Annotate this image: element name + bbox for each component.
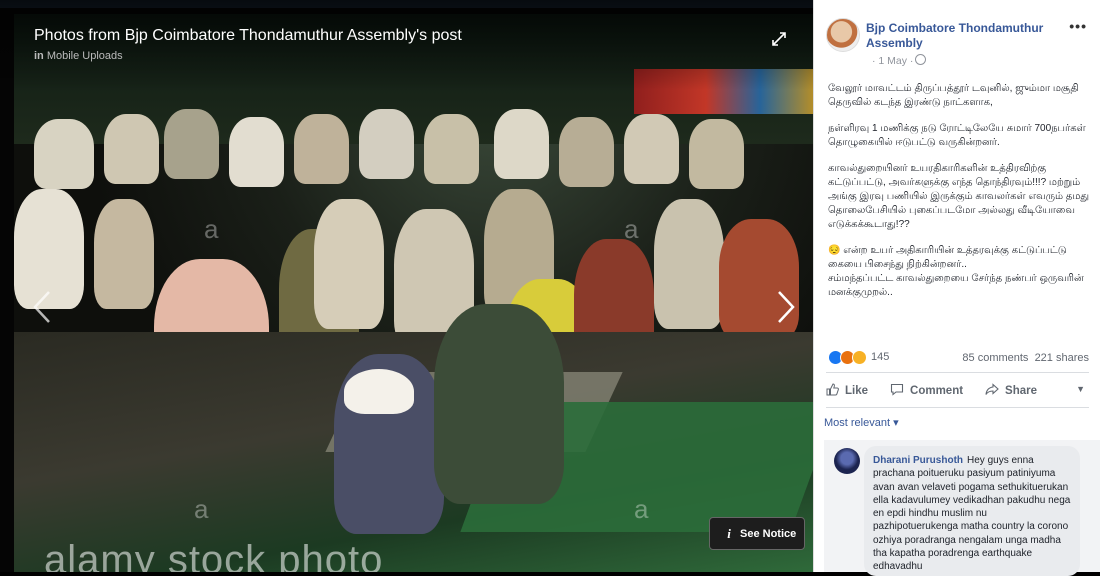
comment-button[interactable]: Comment bbox=[890, 383, 963, 399]
figure bbox=[314, 199, 384, 329]
share-button[interactable]: Share bbox=[985, 383, 1037, 399]
figure bbox=[359, 109, 414, 179]
comment-bubble: Dharani Purushoth Hey guys enna prachana … bbox=[864, 446, 1080, 576]
share-label: Share bbox=[1005, 385, 1038, 397]
photo-viewer: a a a a alamy stock photo Photos from Bj… bbox=[0, 0, 813, 572]
watermark-letter: a bbox=[624, 214, 639, 244]
post-paragraph: 😔 என்ற உயர் அதிகாரியின் உத்தரவுக்கு கட்ட… bbox=[828, 245, 1067, 270]
next-arrow-icon[interactable] bbox=[776, 290, 796, 333]
figure bbox=[559, 117, 614, 187]
post-paragraph: நள்ளிரவு 1 மணிக்கு நடு ரோட்டிலேயே சுமார்… bbox=[828, 123, 1086, 148]
caret-down-icon[interactable]: ▼ bbox=[1076, 384, 1085, 394]
see-notice-button[interactable]: i See Notice bbox=[709, 517, 805, 550]
reaction-count: 145 bbox=[871, 351, 890, 363]
viewer-header bbox=[0, 0, 813, 90]
viewer-subtitle: in Mobile Uploads bbox=[34, 50, 123, 62]
engagement-counts: 85 comments 221 shares bbox=[962, 352, 1089, 364]
viewer-title: Photos from Bjp Coimbatore Thondamuthur … bbox=[34, 27, 462, 44]
post-paragraph: வேலூர் மாவட்டம் திருப்பத்தூர் டவுனில், ஜ… bbox=[828, 83, 1079, 108]
watermark-letter: a bbox=[204, 214, 219, 244]
divider bbox=[826, 372, 1089, 373]
post-paragraph: காவல்துறையினர் உயரதிகாரிகளின் உத்திரவிற்… bbox=[828, 163, 1090, 230]
post-actions: Like Comment Share ▼ bbox=[826, 380, 1091, 402]
prev-arrow-icon[interactable] bbox=[32, 290, 52, 333]
comment-icon bbox=[890, 383, 904, 399]
watermark: alamy stock photo bbox=[44, 538, 384, 572]
watermark-letter: a bbox=[634, 494, 649, 524]
like-icon bbox=[826, 383, 839, 399]
photo[interactable]: a a a a alamy stock photo bbox=[14, 14, 813, 572]
figure bbox=[164, 109, 219, 179]
see-notice-label: See Notice bbox=[740, 527, 797, 540]
sad-reaction-icon bbox=[852, 349, 867, 365]
album-link[interactable]: Mobile Uploads bbox=[47, 50, 123, 62]
figure bbox=[229, 117, 284, 187]
divider bbox=[826, 407, 1089, 408]
commenter-name[interactable]: Dharani Purushoth bbox=[873, 455, 963, 466]
figure bbox=[104, 114, 159, 184]
expand-icon[interactable] bbox=[770, 30, 788, 48]
globe-icon bbox=[915, 54, 927, 65]
post-date[interactable]: · 1 May · bbox=[872, 54, 927, 67]
subtitle-prefix: in bbox=[34, 50, 44, 62]
figure bbox=[689, 119, 744, 189]
info-icon: i bbox=[727, 525, 731, 541]
figure bbox=[624, 114, 679, 184]
more-icon[interactable]: ••• bbox=[1069, 18, 1087, 34]
comment-text: Hey guys enna prachana poitueruku pasiyu… bbox=[873, 455, 1071, 573]
figure bbox=[294, 114, 349, 184]
reactions-summary[interactable]: 145 bbox=[828, 349, 890, 365]
comment-sort-dropdown[interactable]: Most relevant ▾ bbox=[824, 416, 899, 429]
like-button[interactable]: Like bbox=[826, 383, 868, 399]
post-date-text: · 1 May · bbox=[872, 55, 914, 67]
watermark-letter: a bbox=[194, 494, 209, 524]
post-sidebar: Bjp Coimbatore Thondamuthur Assembly · 1… bbox=[813, 0, 1100, 576]
comments-section: Dharani Purushoth Hey guys enna prachana … bbox=[824, 440, 1100, 576]
comments-count[interactable]: 85 comments bbox=[962, 352, 1028, 364]
commenter-avatar[interactable] bbox=[834, 448, 860, 474]
figure bbox=[654, 199, 724, 329]
comment-label: Comment bbox=[910, 385, 964, 397]
figure bbox=[94, 199, 154, 309]
share-icon bbox=[985, 383, 999, 399]
author-name[interactable]: Bjp Coimbatore Thondamuthur Assembly bbox=[866, 21, 1056, 51]
author-avatar[interactable] bbox=[826, 18, 860, 52]
figure bbox=[494, 109, 549, 179]
like-label: Like bbox=[845, 385, 869, 397]
figure bbox=[424, 114, 479, 184]
figure bbox=[344, 369, 414, 414]
figure bbox=[434, 304, 564, 504]
figure bbox=[34, 119, 94, 189]
shares-count[interactable]: 221 shares bbox=[1035, 352, 1089, 364]
post-text: வேலூர் மாவட்டம் திருப்பத்தூர் டவுனில், ஜ… bbox=[828, 82, 1093, 312]
post-paragraph: சம்மந்தப்பட்ட காவல்துறையை சேர்ந்த நண்பர்… bbox=[828, 273, 1084, 298]
